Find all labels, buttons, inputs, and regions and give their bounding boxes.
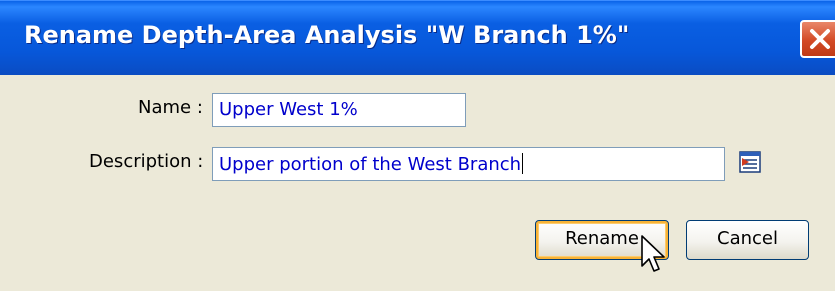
- text-caret: [522, 153, 524, 174]
- close-button[interactable]: [800, 20, 835, 58]
- title-bar[interactable]: Rename Depth-Area Analysis "W Branch 1%": [0, 0, 835, 75]
- cancel-button[interactable]: Cancel: [686, 220, 809, 260]
- dialog-body: Name : Upper West 1% Description : Upper…: [0, 75, 835, 291]
- description-input[interactable]: Upper portion of the West Branch: [212, 147, 725, 181]
- window-title: Rename Depth-Area Analysis "W Branch 1%": [24, 21, 630, 49]
- close-icon: [810, 29, 830, 49]
- name-input[interactable]: Upper West 1%: [212, 93, 466, 127]
- description-label: Description :: [89, 151, 204, 172]
- description-value: Upper portion of the West Branch: [219, 154, 522, 175]
- mouse-cursor-icon: [641, 235, 665, 272]
- notes-icon[interactable]: [738, 150, 762, 174]
- name-label: Name :: [138, 97, 203, 118]
